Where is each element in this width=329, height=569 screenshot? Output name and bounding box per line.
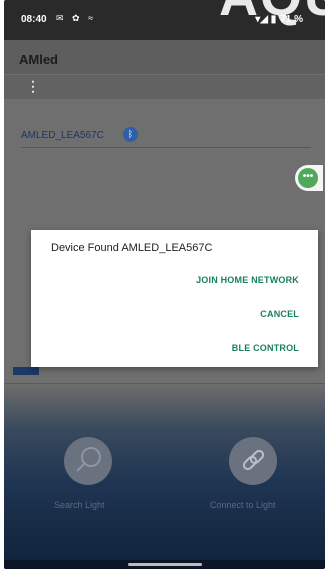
bluetooth-icon: ᛒ <box>123 127 138 142</box>
status-bar: 08:40 ✉ ✿ ≈ AQUA ▾◢ ▮ 71 % <box>4 0 325 40</box>
search-light-label: Search Light <box>54 500 105 510</box>
home-handle[interactable] <box>128 563 202 566</box>
bottom-panel: Search Light Connect to Light <box>4 385 325 560</box>
app-title: AMled <box>19 52 58 67</box>
more-horiz-icon: ••• <box>298 168 318 188</box>
more-vert-icon[interactable]: ⋮ <box>26 78 40 95</box>
status-right: ▾◢ ▮ 71 % <box>255 14 303 25</box>
device-found-dialog: Device Found AMLED_LEA567C JOIN HOME NET… <box>31 230 318 367</box>
connect-light-label: Connect to Light <box>210 500 276 510</box>
status-time: 08:40 <box>21 14 47 25</box>
phone-screen: 08:40 ✉ ✿ ≈ AQUA ▾◢ ▮ 71 % AMled ⋮ AMLED… <box>4 0 325 569</box>
section-divider <box>4 383 325 384</box>
battery-level: 71 % <box>280 14 303 25</box>
menu-row: ⋮ <box>4 75 325 99</box>
link-icon <box>242 449 265 471</box>
tab-indicator <box>13 367 39 375</box>
dialog-message: Device Found AMLED_LEA567C <box>51 242 213 254</box>
signal-icons: ▾◢ ▮ <box>255 14 277 25</box>
ble-control-button[interactable]: BLE CONTROL <box>232 343 299 353</box>
navigation-bar <box>4 560 325 569</box>
notification-icons: ✉ ✿ ≈ <box>56 13 97 23</box>
cancel-button[interactable]: CANCEL <box>260 309 299 319</box>
app-bar: AMled <box>4 40 325 74</box>
search-icon <box>76 447 101 472</box>
floating-action-button[interactable]: ••• <box>295 165 323 191</box>
device-divider <box>21 147 311 148</box>
join-home-network-button[interactable]: JOIN HOME NETWORK <box>196 275 299 285</box>
search-light-button[interactable] <box>64 437 112 485</box>
connect-light-button[interactable] <box>229 437 277 485</box>
device-name: AMLED_LEA567C <box>21 130 104 141</box>
